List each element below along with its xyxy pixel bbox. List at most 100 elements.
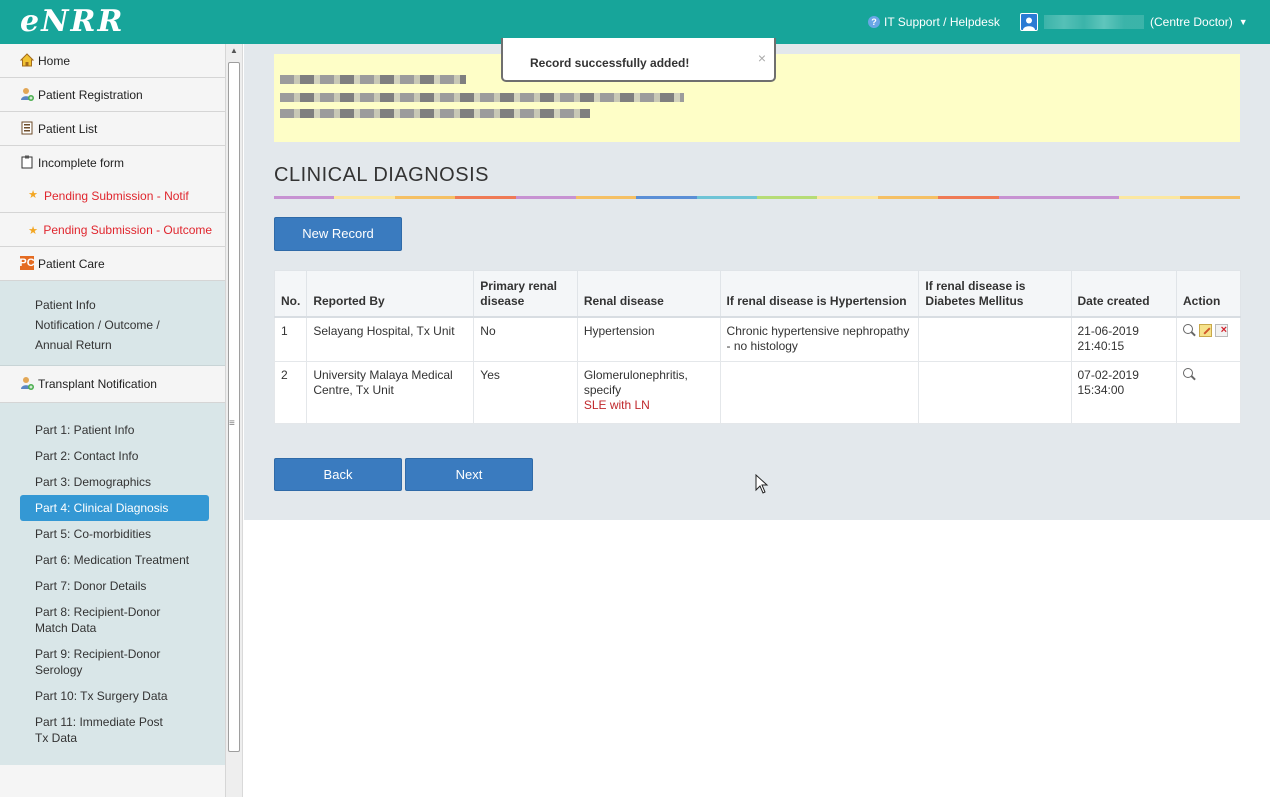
sidebar-item-pending-outcome[interactable]: ★ Pending Submission - Outcome: [0, 213, 225, 247]
cell-hypertension: Chronic hypertensive nephropathy - no hi…: [719, 316, 920, 362]
time-text: 21:40:15: [1077, 338, 1125, 353]
table-row: 2 University Malaya Medical Centre, Tx U…: [273, 361, 1241, 424]
redacted-text: [280, 93, 684, 102]
nav-part-10[interactable]: Part 10: Tx Surgery Data: [20, 683, 209, 709]
success-toast: Record successfully added! ×: [501, 38, 776, 82]
chevron-down-icon: ▼: [1238, 17, 1248, 27]
page-background: [244, 520, 1270, 797]
date-text: 21-06-2019: [1077, 323, 1139, 338]
new-record-button[interactable]: New Record: [274, 217, 402, 251]
cell-reported-by: University Malaya Medical Centre, Tx Uni…: [306, 361, 475, 424]
column-header: Renal disease: [576, 270, 721, 318]
star-icon: ★: [28, 189, 38, 201]
delete-icon[interactable]: ×: [1215, 323, 1229, 337]
column-header: No.: [273, 270, 308, 318]
toast-message: Record successfully added!: [530, 56, 690, 70]
scrollbar-thumb[interactable]: [228, 62, 240, 752]
renal-disease-specify: SLE with LN: [583, 398, 650, 412]
cell-diabetes: [918, 361, 1072, 424]
sidebar-scrollbar[interactable]: ▲ ≡: [226, 44, 243, 797]
sidebar-item-label: Pending Submission - Notif: [44, 189, 189, 203]
cell-renal-disease: Hypertension: [576, 316, 721, 362]
sidebar-item-transplant-notification[interactable]: Transplant Notification: [0, 366, 225, 403]
sidebar-item-label: Incomplete form: [38, 156, 125, 170]
sidebar: Home Patient Registration Patient List I…: [0, 44, 226, 797]
user-menu[interactable]: (Centre Doctor) ▼: [1020, 13, 1248, 31]
cell-renal-disease: Glomerulonephritis, specify SLE with LN: [576, 361, 721, 424]
patient-care-submenu: Patient Info Notification / Outcome / An…: [0, 281, 225, 366]
user-add-icon: [20, 376, 34, 390]
sidebar-item-label: Pending Submission - Outcome: [43, 223, 213, 237]
column-header: Date created: [1070, 270, 1178, 318]
redacted-text: [280, 109, 590, 118]
sidebar-item-label: Home: [38, 54, 71, 68]
diagnosis-table: No. Reported By Primary renal disease Re…: [273, 270, 1241, 424]
sidebar-item-label: Patient List: [38, 122, 98, 136]
sidebar-item-label: Patient Registration: [38, 88, 143, 102]
nav-part-2[interactable]: Part 2: Contact Info: [20, 443, 209, 469]
column-header: If renal disease is Hypertension: [719, 270, 920, 318]
back-button[interactable]: Back: [274, 458, 402, 491]
time-text: 15:34:00: [1077, 383, 1125, 397]
user-name-redacted: [1044, 15, 1144, 29]
sidebar-subitem-patient-info[interactable]: Patient Info: [35, 295, 209, 315]
sidebar-item-label: Patient Care: [38, 257, 105, 271]
nav-part-11[interactable]: Part 11: Immediate Post Tx Data: [20, 709, 170, 751]
nav-part-9[interactable]: Part 9: Recipient-Donor Serology: [20, 641, 170, 683]
sidebar-item-patient-registration[interactable]: Patient Registration: [0, 78, 225, 112]
page-title: CLINICAL DIAGNOSIS: [274, 164, 489, 186]
redacted-text: [280, 75, 466, 84]
date-text: 07-02-2019: [1077, 368, 1139, 382]
cell-hypertension: [719, 361, 920, 424]
cell-date: 07-02-2019 15:34:00: [1070, 361, 1178, 424]
patient-care-icon: PC: [19, 256, 35, 270]
nav-part-8[interactable]: Part 8: Recipient-Donor Match Data: [20, 599, 170, 641]
sidebar-item-patient-care[interactable]: PC Patient Care: [0, 247, 225, 281]
brand-logo[interactable]: eNRR: [20, 4, 124, 39]
sidebar-item-patient-list[interactable]: Patient List: [0, 112, 225, 146]
table-header-row: No. Reported By Primary renal disease Re…: [273, 270, 1241, 318]
home-icon: [20, 53, 34, 67]
column-header: Action: [1176, 270, 1241, 318]
nav-part-7[interactable]: Part 7: Donor Details: [20, 573, 209, 599]
user-role: (Centre Doctor): [1150, 15, 1233, 29]
next-button[interactable]: Next: [405, 458, 533, 491]
sidebar-subitem-notification-outcome[interactable]: Notification / Outcome / Annual Return: [35, 315, 185, 355]
cell-action: ×: [1176, 316, 1241, 362]
cell-diabetes: [918, 316, 1072, 362]
help-icon: ?: [868, 16, 880, 28]
table-row: 1 Selayang Hospital, Tx Unit No Hyperten…: [273, 316, 1241, 362]
column-header: Primary renal disease: [473, 270, 578, 318]
resize-grip-icon[interactable]: ≡: [229, 418, 235, 429]
clipboard-icon: [20, 155, 34, 169]
column-header: If renal disease is Diabetes Mellitus: [918, 270, 1072, 318]
nav-part-4[interactable]: Part 4: Clinical Diagnosis: [20, 495, 209, 521]
cell-primary: No: [473, 316, 578, 362]
user-add-icon: [20, 87, 34, 101]
renal-disease-text: Hypertension: [583, 323, 655, 338]
scroll-up-icon[interactable]: ▲: [230, 46, 238, 55]
cell-action: [1176, 361, 1241, 424]
user-icon: [1020, 13, 1038, 31]
helpdesk-link[interactable]: ? IT Support / Helpdesk: [868, 15, 1000, 29]
renal-disease-text: Glomerulonephritis, specify: [583, 368, 688, 397]
sidebar-item-incomplete-form[interactable]: Incomplete form: [0, 146, 225, 179]
view-icon[interactable]: [1183, 323, 1196, 337]
nav-part-6[interactable]: Part 6: Medication Treatment: [20, 547, 209, 573]
sidebar-item-home[interactable]: Home: [0, 44, 225, 78]
edit-icon[interactable]: [1199, 323, 1213, 337]
helpdesk-label: IT Support / Helpdesk: [884, 15, 1000, 29]
sidebar-item-pending-notif[interactable]: ★ Pending Submission - Notif: [0, 179, 225, 213]
cell-no: 2: [273, 361, 308, 424]
nav-part-3[interactable]: Part 3: Demographics: [20, 469, 209, 495]
close-icon[interactable]: ×: [758, 50, 766, 66]
cell-primary: Yes: [473, 361, 578, 424]
nav-part-1[interactable]: Part 1: Patient Info: [20, 417, 209, 443]
sidebar-item-label: Transplant Notification: [38, 377, 157, 391]
title-divider: [274, 196, 1240, 199]
list-icon: [20, 121, 34, 135]
view-icon[interactable]: [1183, 368, 1196, 381]
nav-part-5[interactable]: Part 5: Co-morbidities: [20, 521, 209, 547]
cell-date: 21-06-2019 21:40:15: [1070, 316, 1178, 362]
transplant-parts-nav: Part 1: Patient Info Part 2: Contact Inf…: [0, 403, 225, 765]
